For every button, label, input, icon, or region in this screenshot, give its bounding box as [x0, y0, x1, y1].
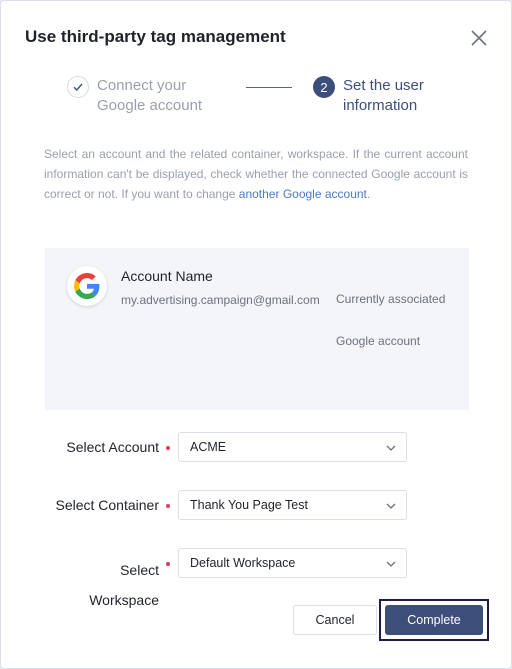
account-status: Currently associated Google account	[336, 292, 446, 348]
another-google-account-link[interactable]: another Google account	[239, 187, 367, 201]
account-select[interactable]: ACME	[178, 432, 407, 462]
container-select[interactable]: Thank You Page Test	[178, 490, 407, 520]
complete-button[interactable]: Complete	[385, 605, 483, 635]
step-2-label: Set the user information	[343, 77, 424, 114]
chevron-down-icon	[384, 557, 398, 571]
account-select-value: ACME	[190, 440, 227, 454]
step-1-label: Connect your Google account	[97, 77, 203, 114]
account-card: Account Name my.advertising.campaign@gma…	[45, 248, 469, 410]
chevron-down-icon	[384, 441, 398, 455]
dialog-title: Use third-party tag management	[25, 27, 286, 46]
select-account-label: Select Account	[66, 439, 159, 455]
required-marker	[166, 504, 170, 508]
tag-management-dialog: Use third-party tag management Connect y…	[0, 0, 512, 669]
account-name: Account Name	[121, 268, 213, 284]
select-container-label: Select Container	[55, 497, 159, 513]
workspace-select[interactable]: Default Workspace	[178, 548, 407, 578]
step-2-number: 2	[313, 76, 335, 98]
required-marker	[166, 446, 170, 450]
close-icon[interactable]	[469, 28, 489, 48]
instructions-text: Select an account and the related contai…	[44, 144, 468, 204]
required-marker	[166, 562, 170, 566]
step-connector	[246, 87, 292, 88]
select-workspace-label: Select Workspace	[89, 562, 159, 608]
container-select-value: Thank You Page Test	[190, 498, 308, 512]
cancel-button[interactable]: Cancel	[293, 605, 377, 635]
instructions-end: .	[366, 187, 371, 201]
workspace-select-value: Default Workspace	[190, 556, 296, 570]
chevron-down-icon	[384, 499, 398, 513]
check-icon	[67, 76, 89, 98]
google-logo-icon	[67, 266, 107, 306]
account-email: my.advertising.campaign@gmail.com	[121, 293, 320, 307]
